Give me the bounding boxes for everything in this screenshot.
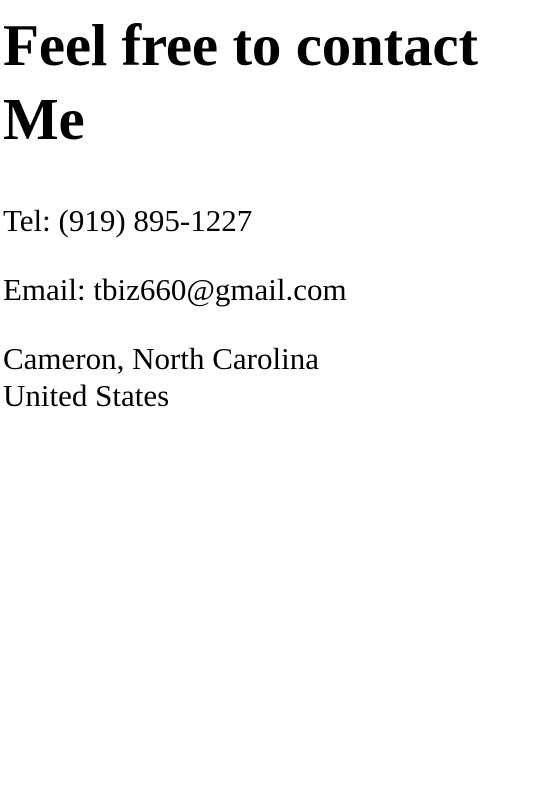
contact-page: Feel free to contact Me Tel: (919) 895-1… [3, 0, 543, 414]
email-address: Email: tbiz660@gmail.com [3, 272, 347, 307]
address-line-city: Cameron, North Carolina [3, 341, 319, 376]
page-title: Feel free to contact Me [3, 12, 478, 152]
address-line-country: United States [3, 378, 170, 413]
postal-address: Cameron, North Carolina United States [3, 340, 543, 414]
phone-number: Tel: (919) 895-1227 [3, 203, 253, 238]
